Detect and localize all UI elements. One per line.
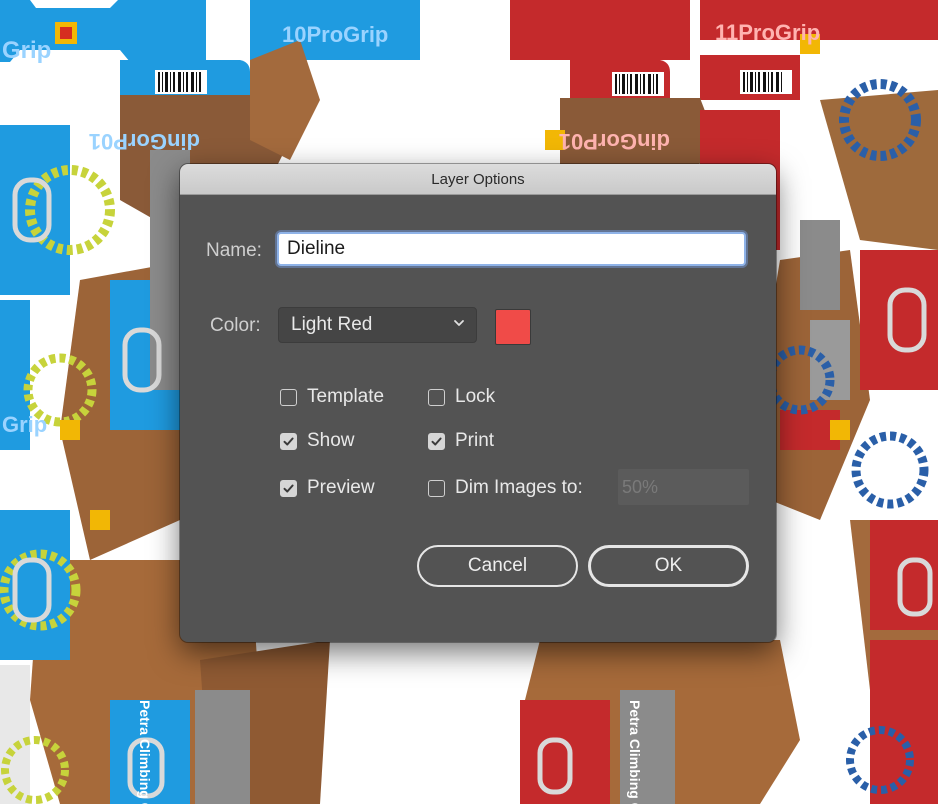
layer-name-input[interactable]	[277, 232, 746, 266]
preview-checkbox[interactable]	[280, 479, 297, 497]
show-checkbox[interactable]	[280, 432, 297, 450]
dim-images-percent-field: 50%	[618, 469, 749, 505]
color-dropdown-value: Light Red	[291, 314, 373, 335]
checkmark-icon	[283, 437, 294, 445]
dialog-title: Layer Options	[431, 170, 525, 188]
lock-checkbox[interactable]	[428, 388, 445, 406]
preview-option[interactable]: Preview	[280, 477, 375, 499]
dim-images-option[interactable]: Dim Images to:	[428, 477, 583, 499]
color-label: Color:	[210, 315, 261, 336]
dialog-titlebar[interactable]: Layer Options	[180, 164, 776, 195]
layer-options-dialog: Layer Options Name: Color: Light Red Tem…	[180, 164, 776, 642]
dim-images-checkbox[interactable]	[428, 479, 445, 497]
ok-button[interactable]: OK	[588, 545, 749, 587]
blue-brand-flipped: dinGorP01	[89, 129, 200, 154]
template-option[interactable]: Template	[280, 386, 384, 408]
red-brand-text: 11ProGrip	[715, 20, 820, 45]
print-label: Print	[455, 430, 495, 451]
name-label: Name:	[206, 240, 262, 261]
checkmark-icon	[431, 437, 442, 445]
lock-label: Lock	[455, 386, 496, 407]
dim-images-label: Dim Images to:	[455, 477, 583, 498]
color-dropdown[interactable]: Light Red	[278, 307, 477, 343]
show-label: Show	[307, 430, 355, 451]
blue-grip-text-mid: Grip	[2, 412, 47, 437]
preview-label: Preview	[307, 477, 375, 498]
chevron-down-icon	[454, 320, 464, 326]
template-label: Template	[307, 386, 385, 407]
lock-option[interactable]: Lock	[428, 386, 495, 408]
red-company-text: Petra Climbing Co	[627, 700, 643, 804]
print-option[interactable]: Print	[428, 430, 494, 452]
checkmark-icon	[283, 484, 294, 492]
blue-company-text: Petra Climbing Co	[137, 700, 153, 804]
cancel-button[interactable]: Cancel	[417, 545, 578, 587]
blue-brand-text: 10ProGrip	[282, 22, 388, 47]
blue-grip-text-top: Grip	[2, 37, 51, 64]
show-option[interactable]: Show	[280, 430, 355, 452]
template-checkbox[interactable]	[280, 388, 297, 406]
print-checkbox[interactable]	[428, 432, 445, 450]
color-swatch[interactable]	[495, 309, 531, 345]
red-brand-flipped: dinGorP01	[559, 129, 670, 154]
